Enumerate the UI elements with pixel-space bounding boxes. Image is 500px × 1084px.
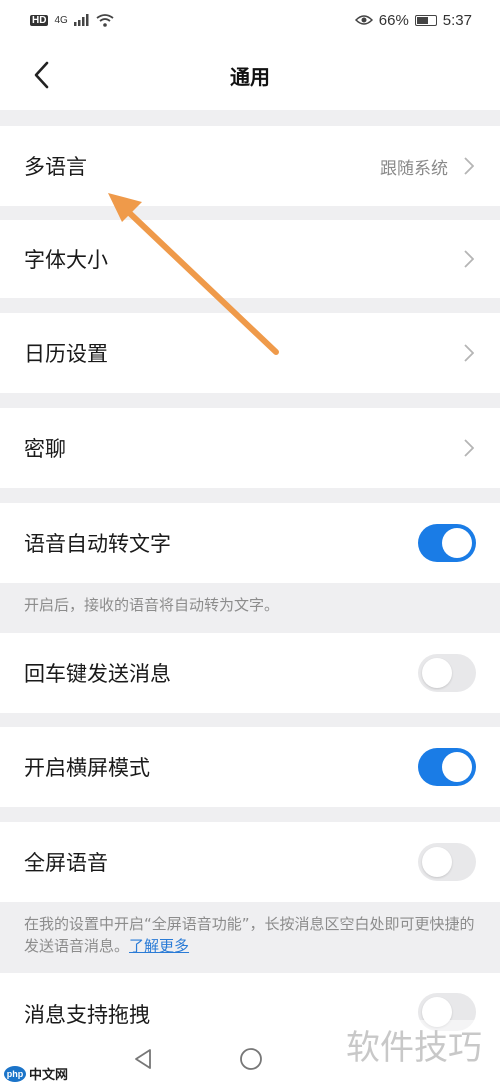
fullscreen-voice-toggle[interactable] [418, 843, 476, 881]
language-value: 跟随系统 [380, 158, 448, 179]
back-button[interactable] [24, 58, 58, 92]
watermark-text: 软件技巧 [346, 1020, 482, 1069]
fullscreen-voice-row: 全屏语音 [0, 822, 500, 902]
battery-percent: 66% [378, 11, 409, 29]
private-chat-row[interactable]: 密聊 [0, 408, 500, 488]
status-bar: HD 4G 66% 5:37 [0, 0, 500, 40]
fullscreen-voice-description: 在我的设置中开启“全屏语音功能”，长按消息区空白处即可更快捷的发送语音消息。了解… [0, 913, 500, 957]
eye-comfort-icon [354, 15, 373, 25]
chevron-right-icon [462, 156, 476, 176]
triangle-back-icon [135, 1049, 151, 1069]
hd-icon: HD [30, 14, 49, 26]
landscape-row: 开启横屏模式 [0, 727, 500, 807]
watermark-logo: php 中文网 [4, 1064, 68, 1083]
calendar-label: 日历设置 [24, 342, 108, 366]
circle-home-icon [240, 1048, 262, 1070]
nav-back-button[interactable] [128, 1044, 158, 1074]
voice-to-text-toggle[interactable] [418, 524, 476, 562]
clock: 5:37 [442, 11, 472, 29]
voice-to-text-description: 开启后，接收的语音将自动转为文字。 [24, 596, 280, 614]
voice-to-text-label: 语音自动转文字 [24, 532, 171, 556]
toggle-knob [422, 658, 452, 688]
toggle-knob [442, 528, 472, 558]
watermark-left-text: 中文网 [29, 1067, 69, 1082]
chevron-right-icon [462, 438, 476, 458]
toggle-knob [442, 752, 472, 782]
voice-to-text-row: 语音自动转文字 [0, 503, 500, 583]
signal-bars-icon [73, 14, 89, 26]
landscape-label: 开启横屏模式 [24, 756, 150, 780]
fullscreen-voice-description-text: 在我的设置中开启“全屏语音功能”，长按消息区空白处即可更快捷的发送语音消息。 [24, 915, 475, 955]
toggle-knob [422, 847, 452, 877]
learn-more-link[interactable]: 了解更多 [129, 937, 189, 955]
signal-icon: 4G [54, 14, 68, 26]
fullscreen-voice-label: 全屏语音 [24, 851, 108, 875]
chevron-left-icon [34, 61, 49, 89]
private-chat-label: 密聊 [24, 437, 66, 461]
enter-send-label: 回车键发送消息 [24, 662, 171, 686]
php-logo-icon: php [4, 1065, 26, 1082]
wifi-icon [96, 13, 114, 27]
header: 通用 [0, 40, 500, 110]
page-title: 通用 [230, 64, 270, 89]
chevron-right-icon [462, 249, 476, 269]
calendar-row[interactable]: 日历设置 [0, 313, 500, 393]
language-row[interactable]: 多语言 跟随系统 [0, 126, 500, 206]
language-label: 多语言 [24, 155, 87, 179]
chevron-right-icon [462, 343, 476, 363]
enter-send-row: 回车键发送消息 [0, 633, 500, 713]
nav-home-button[interactable] [236, 1044, 266, 1074]
landscape-toggle[interactable] [418, 748, 476, 786]
enter-send-toggle[interactable] [418, 654, 476, 692]
battery-icon [414, 14, 437, 26]
font-size-label: 字体大小 [24, 248, 108, 272]
font-size-row[interactable]: 字体大小 [0, 220, 500, 298]
